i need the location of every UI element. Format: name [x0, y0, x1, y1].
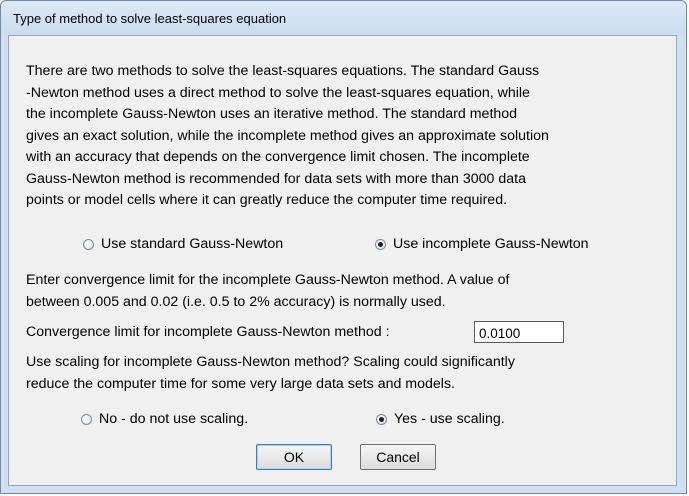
radio-yes-scaling[interactable]: Yes - use scaling. [376, 411, 505, 427]
radio-no-scaling[interactable]: No - do not use scaling. [81, 411, 248, 427]
radio-button-icon[interactable] [83, 238, 94, 250]
radio-label-standard: Use standard Gauss-Newton [101, 236, 284, 252]
radio-button-icon[interactable] [376, 413, 387, 425]
radio-incomplete-gauss-newton[interactable]: Use incomplete Gauss-Newton [375, 236, 589, 252]
ok-button[interactable]: OK [256, 444, 332, 470]
radio-button-icon[interactable] [81, 413, 92, 425]
radio-label-no-scaling: No - do not use scaling. [99, 411, 249, 427]
radio-button-icon[interactable] [375, 238, 386, 250]
radio-label-yes-scaling: Yes - use scaling. [394, 411, 505, 427]
radio-label-incomplete: Use incomplete Gauss-Newton [393, 236, 589, 252]
title-bar[interactable]: Type of method to solve least-squares eq… [1, 1, 686, 35]
dialog-title: Type of method to solve least-squares eq… [13, 11, 287, 26]
cancel-button[interactable]: Cancel [360, 444, 436, 470]
method-description: There are two methods to solve the least… [26, 63, 549, 208]
convergence-limit-input[interactable] [474, 321, 564, 343]
convergence-instruction-line1: Enter convergence limit for the incomple… [26, 272, 510, 288]
convergence-instruction-line2: between 0.005 and 0.02 (i.e. 0.5 to 2% a… [26, 294, 446, 310]
scaling-question-line1: Use scaling for incomplete Gauss-Newton … [26, 354, 515, 370]
convergence-limit-label: Convergence limit for incomplete Gauss-N… [26, 324, 390, 340]
radio-standard-gauss-newton[interactable]: Use standard Gauss-Newton [83, 236, 283, 252]
scaling-question-line2: reduce the computer time for some very l… [26, 376, 455, 392]
